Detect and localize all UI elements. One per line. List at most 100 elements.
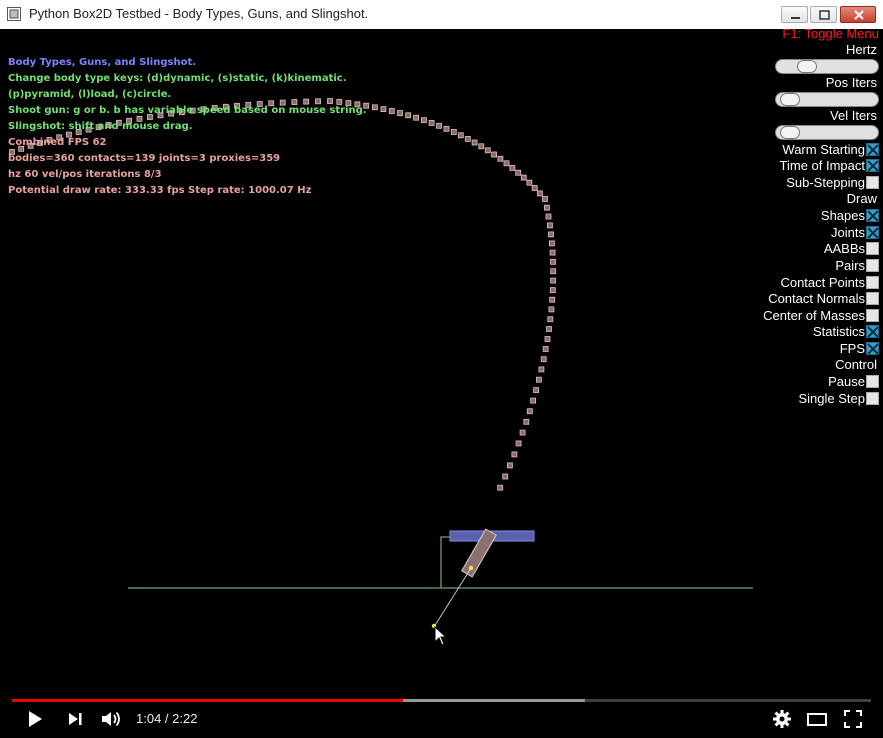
slider-thumb[interactable] <box>796 60 817 73</box>
trail-box <box>436 122 443 129</box>
window-title: Python Box2D Testbed - Body Types, Guns,… <box>29 6 369 21</box>
menu-option-pause[interactable]: Pause <box>679 373 879 390</box>
toggle-menu-label[interactable]: F1: Toggle Menu <box>679 29 879 42</box>
trail-box <box>542 346 549 352</box>
trail-box <box>491 151 498 158</box>
menu-option-sub-stepping[interactable]: Sub-Stepping <box>679 174 879 191</box>
checkbox[interactable] <box>866 258 879 272</box>
close-icon <box>854 10 864 20</box>
menu-option-label: FPS <box>839 340 865 356</box>
time-display: 1:04 / 2:22 <box>136 711 198 726</box>
trail-box <box>519 429 526 436</box>
checkbox[interactable] <box>866 308 879 322</box>
slider-vel-iters[interactable] <box>775 125 879 140</box>
next-icon[interactable] <box>67 709 85 729</box>
settings-gear-icon[interactable] <box>772 709 792 729</box>
app-icon <box>7 7 21 21</box>
checkbox[interactable] <box>866 341 879 355</box>
info-line: Potential draw rate: 333.33 fps Step rat… <box>8 185 312 196</box>
trail-box <box>533 387 539 394</box>
menu-option-warm-starting[interactable]: Warm Starting <box>679 141 879 158</box>
checkbox[interactable] <box>866 175 879 189</box>
menu-option-single-step[interactable]: Single Step <box>679 390 879 407</box>
menu-option-label: Center of Masses <box>763 307 865 323</box>
trail-box <box>420 117 427 124</box>
menu-option-label: AABBs <box>823 241 865 257</box>
mouse-cursor-icon <box>434 625 448 646</box>
trail-box <box>542 196 548 202</box>
trail-box <box>544 204 550 211</box>
trail-box <box>548 306 555 313</box>
menu-option-statistics[interactable]: Statistics <box>679 324 879 341</box>
menu-option-label: Warm Starting <box>782 141 865 157</box>
simulation-canvas[interactable]: Body Types, Guns, and Slingshot. Change b… <box>0 29 883 705</box>
menu-option-pairs[interactable]: Pairs <box>679 257 879 274</box>
menu-option-center-of-masses[interactable]: Center of Masses <box>679 307 879 324</box>
checkbox[interactable] <box>866 159 879 173</box>
play-icon[interactable] <box>26 709 44 729</box>
trail-box <box>550 258 556 265</box>
slider-label-vel-iters: Vel Iters <box>830 108 877 123</box>
menu-option-contact-normals[interactable]: Contact Normals <box>679 290 879 307</box>
volume-icon[interactable] <box>100 709 124 729</box>
trail-box <box>478 143 485 150</box>
trail-box <box>546 326 552 332</box>
trail-box <box>549 240 555 247</box>
title-bar[interactable]: Python Box2D Testbed - Body Types, Guns,… <box>0 0 883 30</box>
slider-hertz[interactable] <box>775 59 879 74</box>
menu-option-label: Time of Impact <box>779 158 865 174</box>
checkbox[interactable] <box>866 225 879 239</box>
close-button[interactable] <box>840 6 876 23</box>
progress-played[interactable] <box>12 699 403 702</box>
minimize-icon <box>791 17 800 19</box>
info-line: Change body type keys: (d)dynamic, (s)st… <box>8 73 347 84</box>
trail-box <box>550 277 556 284</box>
trail-box <box>531 185 538 191</box>
menu-option-time-of-impact[interactable]: Time of Impact <box>679 158 879 175</box>
slider-label-pos-iters: Pos Iters <box>825 75 877 90</box>
trail-box <box>550 268 557 275</box>
control-section-header: Control <box>835 356 877 372</box>
slider-thumb[interactable] <box>780 126 801 139</box>
trail-box <box>428 120 435 126</box>
slider-pos-iters[interactable] <box>775 92 879 107</box>
checkbox[interactable] <box>866 391 879 405</box>
video-player-controls: 1:04 / 2:22 <box>0 690 883 738</box>
menu-option-fps[interactable]: FPS <box>679 340 879 357</box>
minimize-button[interactable] <box>781 6 808 23</box>
checkbox[interactable] <box>866 209 879 223</box>
theater-mode-icon[interactable] <box>806 709 828 729</box>
trail-box <box>484 147 491 154</box>
trail-box <box>549 287 556 294</box>
checkbox[interactable] <box>866 325 879 339</box>
menu-option-joints[interactable]: Joints <box>679 224 879 241</box>
checkbox[interactable] <box>866 275 879 289</box>
menu-option-aabbs[interactable]: AABBs <box>679 241 879 258</box>
trail-box <box>443 125 450 132</box>
maximize-button[interactable] <box>810 6 837 23</box>
checkbox[interactable] <box>866 242 879 256</box>
menu-option-label: Single Step <box>798 390 866 406</box>
trail-box <box>464 136 471 142</box>
trail-box <box>530 397 536 404</box>
menu-option-shapes[interactable]: Shapes <box>679 207 879 224</box>
trail-box <box>506 462 513 469</box>
menu-option-label: Sub-Stepping <box>786 174 865 190</box>
trail-box <box>548 231 554 238</box>
trail-box <box>457 132 464 139</box>
trail-box <box>503 160 510 167</box>
checkbox[interactable] <box>866 292 879 306</box>
trail-box <box>450 129 457 135</box>
checkbox[interactable] <box>866 142 879 156</box>
trail-box <box>526 408 533 415</box>
testbed-window: Python Box2D Testbed - Body Types, Guns,… <box>0 0 883 738</box>
fullscreen-icon[interactable] <box>843 709 863 729</box>
slider-thumb[interactable] <box>780 93 801 106</box>
trail-box <box>526 179 533 186</box>
checkbox[interactable] <box>866 375 879 389</box>
trail-box <box>413 114 420 121</box>
trail-box <box>515 440 522 447</box>
menu-option-contact-points[interactable]: Contact Points <box>679 274 879 291</box>
trail-box <box>547 222 553 229</box>
trail-box <box>511 451 518 458</box>
